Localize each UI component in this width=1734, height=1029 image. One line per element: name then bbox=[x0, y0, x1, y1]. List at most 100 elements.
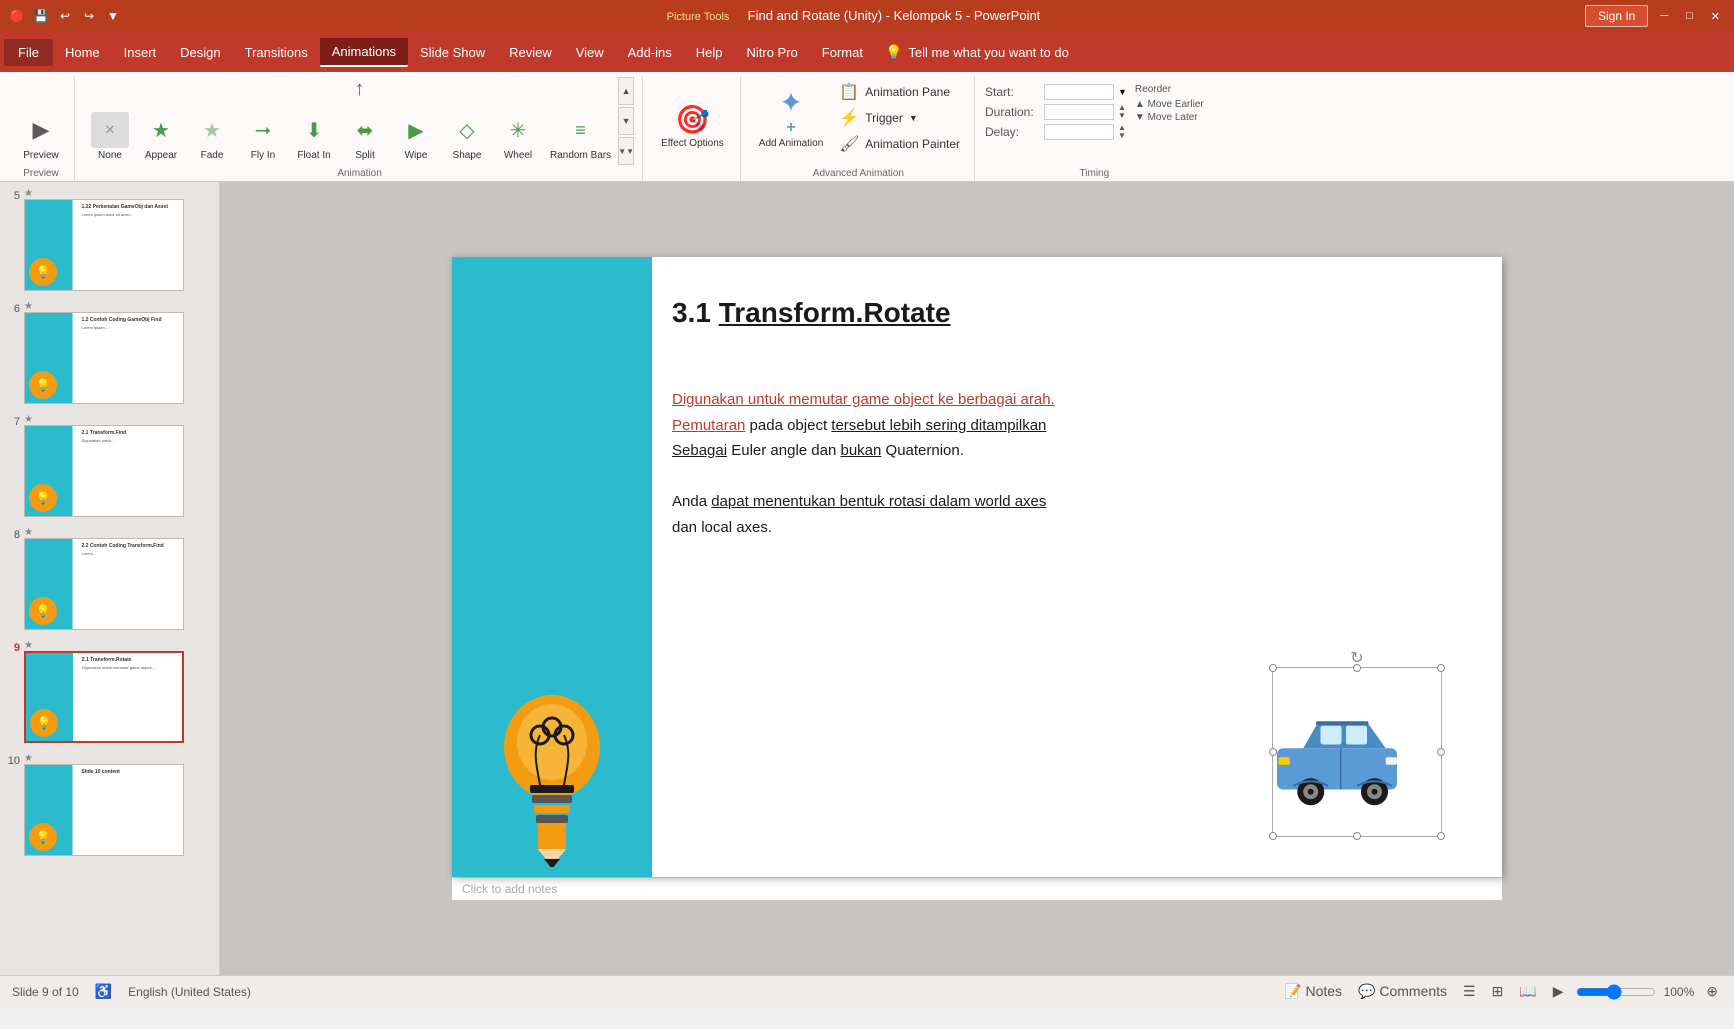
effect-options-button[interactable]: 🎯 Effect Options bbox=[653, 99, 732, 165]
menu-home[interactable]: Home bbox=[53, 39, 112, 66]
slide-thumb-8[interactable]: 2.2 Contoh Coding Transform.Find Lorem..… bbox=[24, 538, 184, 630]
animation-wheel-button[interactable]: ✳ Wheel bbox=[493, 108, 543, 165]
animation-painter-button[interactable]: 🖌 Animation Painter bbox=[833, 132, 966, 156]
handle-bottomleft[interactable] bbox=[1269, 832, 1277, 840]
redo-icon[interactable]: ↪ bbox=[80, 7, 98, 25]
customize-qat-icon[interactable]: ▼ bbox=[104, 7, 122, 25]
menu-animations[interactable]: Animations bbox=[320, 38, 408, 67]
slides-panel[interactable]: 5 ★ 1.22 Perkenalan GameObj dan Asset Lo… bbox=[0, 182, 220, 975]
menu-view[interactable]: View bbox=[564, 39, 616, 66]
slide-num-5: 5 bbox=[6, 188, 20, 202]
reading-view-icon[interactable]: 📖 bbox=[1515, 981, 1540, 1002]
animation-randombars-button[interactable]: ≡ Random Bars bbox=[544, 108, 617, 165]
animation-none-button[interactable]: ✕ None bbox=[85, 108, 135, 165]
handle-topleft[interactable] bbox=[1269, 664, 1277, 672]
menu-review[interactable]: Review bbox=[497, 39, 564, 66]
shape-label: Shape bbox=[453, 150, 482, 161]
menu-file[interactable]: File bbox=[4, 39, 53, 66]
slide-star-7: ★ bbox=[24, 414, 33, 425]
move-earlier-button[interactable]: ▲ Move Earlier bbox=[1135, 99, 1204, 110]
ribbon-group-preview: ▶ Preview Preview bbox=[8, 76, 75, 181]
scroll-down-button[interactable]: ▼ bbox=[618, 107, 634, 135]
menu-nitropro[interactable]: Nitro Pro bbox=[735, 39, 810, 66]
slide-thumb-7[interactable]: 2.1 Transform.Find Digunakan untuk... 💡 bbox=[24, 425, 184, 517]
start-input[interactable] bbox=[1044, 84, 1114, 100]
animation-pane-button[interactable]: 📋 Animation Pane bbox=[833, 80, 966, 104]
slide-thumb-6[interactable]: 1.2 Contoh Coding GameObj Find Lorem ips… bbox=[24, 312, 184, 404]
window-title-text: Find and Rotate (Unity) - Kelompok 5 - P… bbox=[748, 8, 1041, 23]
status-left: Slide 9 of 10 ♿ English (United States) bbox=[12, 981, 251, 1002]
animation-wipe-button[interactable]: ▶ Wipe bbox=[391, 108, 441, 165]
trigger-button[interactable]: ⚡ Trigger ▼ bbox=[833, 106, 966, 130]
animation-appear-button[interactable]: ★ Appear bbox=[136, 108, 186, 165]
slide-num-9: 9 bbox=[6, 640, 20, 654]
menu-addins[interactable]: Add-ins bbox=[616, 39, 684, 66]
move-later-button[interactable]: ▼ Move Later bbox=[1135, 112, 1204, 123]
handle-bottommid[interactable] bbox=[1353, 832, 1361, 840]
add-animation-button[interactable]: ✦ + Add Animation bbox=[751, 80, 832, 165]
slide-thumb-10[interactable]: Slide 10 content 💡 bbox=[24, 764, 184, 856]
delay-input[interactable] bbox=[1044, 124, 1114, 140]
accessibility-icon[interactable]: ♿ bbox=[91, 981, 116, 1002]
handle-bottomright[interactable] bbox=[1437, 832, 1445, 840]
animation-split-button[interactable]: ⬌ Split bbox=[340, 108, 390, 165]
minimize-button[interactable]: ─ bbox=[1654, 8, 1674, 24]
menu-slideshow[interactable]: Slide Show bbox=[408, 39, 497, 66]
maximize-button[interactable]: □ bbox=[1680, 8, 1699, 24]
tell-me-section[interactable]: 💡 Tell me what you want to do bbox=[885, 44, 1069, 61]
close-button[interactable]: ✕ bbox=[1705, 8, 1726, 25]
slide-item-8[interactable]: 8 ★ 2.2 Contoh Coding Transform.Find Lor… bbox=[4, 525, 215, 632]
body-text-2: Pemutaran bbox=[672, 417, 745, 434]
animation-fade-button[interactable]: ★ Fade bbox=[187, 108, 237, 165]
save-icon[interactable]: 💾 bbox=[32, 7, 50, 25]
sign-in-button[interactable]: Sign In bbox=[1585, 5, 1648, 27]
menu-format[interactable]: Format bbox=[810, 39, 875, 66]
menu-design[interactable]: Design bbox=[168, 39, 232, 66]
lightbulb-illustration bbox=[462, 667, 642, 867]
start-dropdown-icon[interactable]: ▼ bbox=[1118, 87, 1127, 97]
animation-floatin-button[interactable]: ⬇ Float In bbox=[289, 108, 339, 165]
menu-help[interactable]: Help bbox=[684, 39, 735, 66]
slide-item-6[interactable]: 6 ★ 1.2 Contoh Coding GameObj Find Lorem… bbox=[4, 299, 215, 406]
randombars-label: Random Bars bbox=[550, 150, 611, 161]
slide-item-7[interactable]: 7 ★ 2.1 Transform.Find Digunakan untuk..… bbox=[4, 412, 215, 519]
slideshow-icon[interactable]: ▶ bbox=[1549, 981, 1568, 1002]
status-right: 📝 Notes 💬 Comments ☰ ⊞ 📖 ▶ 100% ⊕ bbox=[1280, 981, 1722, 1002]
delay-down-arrow[interactable]: ▼ bbox=[1118, 132, 1126, 140]
scroll-more-button[interactable]: ▼▼ bbox=[618, 137, 634, 165]
handle-topmid[interactable] bbox=[1353, 664, 1361, 672]
menu-insert[interactable]: Insert bbox=[112, 39, 169, 66]
trigger-icon: ⚡ bbox=[839, 108, 859, 128]
slide-item-10[interactable]: 10 ★ Slide 10 content 💡 bbox=[4, 751, 215, 858]
notes-area[interactable]: Click to add notes bbox=[452, 877, 1502, 900]
animation-pane-icon: 📋 bbox=[839, 82, 859, 102]
notes-button[interactable]: 📝 Notes bbox=[1280, 981, 1346, 1002]
car-illustration bbox=[1262, 687, 1412, 817]
duration-down-arrow[interactable]: ▼ bbox=[1118, 112, 1126, 120]
handle-midright[interactable] bbox=[1437, 748, 1445, 756]
rotate-handle[interactable]: ↻ bbox=[1350, 648, 1363, 668]
menu-transitions[interactable]: Transitions bbox=[233, 39, 320, 66]
preview-button[interactable]: ▶ Preview bbox=[16, 108, 66, 165]
title-bar: 🔴 💾 ↩ ↪ ▼ Picture Tools Find and Rotate … bbox=[0, 0, 1734, 32]
advanced-animation-group-label: Advanced Animation bbox=[813, 168, 904, 179]
ribbon-group-animation: ✕ None ★ Appear ★ Fade ⭢ Fly In ⬇ Float … bbox=[77, 76, 643, 181]
slide-item-9[interactable]: 9 ★ 2.1 Transform.Rotate Digunakan untuk… bbox=[4, 638, 215, 745]
slide-thumb-5[interactable]: 1.22 Perkenalan GameObj dan Asset Lorem … bbox=[24, 199, 184, 291]
handle-topright[interactable] bbox=[1437, 664, 1445, 672]
fit-window-icon[interactable]: ⊕ bbox=[1702, 981, 1722, 1002]
animation-shape-button[interactable]: ◇ Shape bbox=[442, 108, 492, 165]
ribbon: ▶ Preview Preview ✕ None ★ Appear ★ Fade bbox=[0, 72, 1734, 182]
slide-canvas[interactable]: 3.1 Transform.Rotate Digunakan untuk mem… bbox=[452, 257, 1502, 877]
animation-flyin-button[interactable]: ⭢ Fly In bbox=[238, 108, 288, 165]
scroll-up-button[interactable]: ▲ bbox=[618, 77, 634, 105]
normal-view-icon[interactable]: ☰ bbox=[1459, 981, 1480, 1002]
zoom-slider[interactable] bbox=[1576, 984, 1656, 1000]
slide-thumb-9[interactable]: 2.1 Transform.Rotate Digunakan untuk mem… bbox=[24, 651, 184, 743]
slide-title-underline: Transform.Rotate bbox=[719, 297, 951, 328]
slide-item-5[interactable]: 5 ★ 1.22 Perkenalan GameObj dan Asset Lo… bbox=[4, 186, 215, 293]
undo-icon[interactable]: ↩ bbox=[56, 7, 74, 25]
slide-sorter-icon[interactable]: ⊞ bbox=[1488, 981, 1508, 1002]
comments-button[interactable]: 💬 Comments bbox=[1354, 981, 1451, 1002]
duration-input[interactable] bbox=[1044, 104, 1114, 120]
